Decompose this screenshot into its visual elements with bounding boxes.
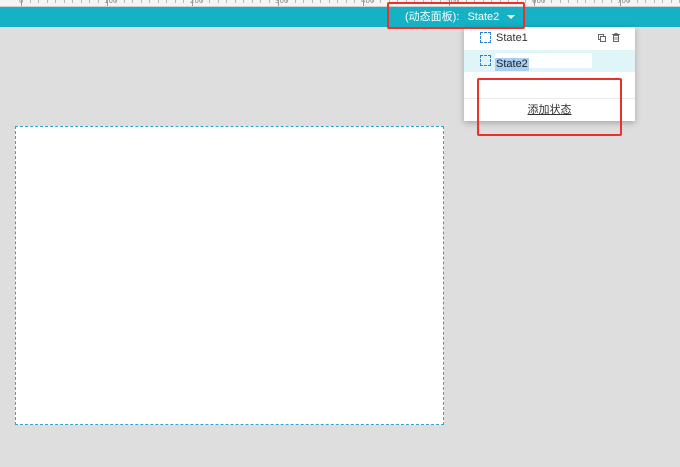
ruler-tick — [620, 0, 621, 6]
ruler-tick — [363, 0, 364, 6]
ruler-tick — [183, 0, 184, 3]
ruler-tick — [124, 0, 125, 3]
ruler-tick — [346, 0, 347, 3]
ruler-tick — [47, 0, 48, 3]
highlight-box-toolbar — [387, 2, 525, 29]
ruler-tick — [295, 0, 296, 3]
ruler-tick — [337, 0, 338, 3]
ruler-tick — [320, 0, 321, 3]
ruler-tick — [329, 0, 330, 3]
state-icon — [480, 55, 491, 66]
state-item-state1[interactable]: State1 — [464, 27, 635, 49]
ruler-tick — [166, 0, 167, 3]
state-name-input[interactable]: State2 — [495, 53, 592, 71]
ruler-tick — [637, 0, 638, 3]
highlight-box-add-state — [477, 78, 622, 136]
ruler-tick — [30, 0, 31, 3]
copy-icon[interactable] — [597, 27, 607, 49]
ruler-tick — [149, 0, 150, 3]
ruler-tick — [662, 0, 663, 3]
ruler-tick — [354, 0, 355, 3]
ruler-tick — [243, 0, 244, 3]
dynamic-panel-canvas[interactable] — [15, 126, 444, 425]
ruler-tick — [209, 0, 210, 3]
ruler-tick — [568, 0, 569, 3]
dynamic-panel-toolbar — [0, 7, 680, 27]
ruler-tick — [158, 0, 159, 3]
ruler-tick — [64, 0, 65, 3]
state-name-selected-text: State2 — [495, 58, 529, 71]
ruler-tick — [278, 0, 279, 6]
ruler-tick — [72, 0, 73, 3]
ruler-tick — [594, 0, 595, 3]
ruler-tick — [543, 0, 544, 3]
state-icon — [480, 32, 491, 43]
ruler-tick — [602, 0, 603, 3]
ruler-tick — [226, 0, 227, 3]
ruler-tick — [175, 0, 176, 3]
ruler-tick — [107, 0, 108, 6]
ruler-tick — [132, 0, 133, 3]
trash-icon[interactable] — [611, 27, 621, 49]
ruler-tick — [235, 0, 236, 3]
ruler-tick — [560, 0, 561, 3]
ruler-tick — [577, 0, 578, 3]
ruler-tick — [611, 0, 612, 3]
ruler-tick — [654, 0, 655, 3]
ruler-tick — [585, 0, 586, 3]
ruler-tick — [260, 0, 261, 3]
ruler-tick — [525, 0, 526, 3]
ruler-tick — [192, 0, 193, 6]
ruler-tick — [141, 0, 142, 3]
ruler-tick — [303, 0, 304, 3]
ruler-tick — [286, 0, 287, 3]
ruler-tick — [645, 0, 646, 3]
ruler-tick — [551, 0, 552, 3]
ruler-tick — [534, 0, 535, 6]
ruler-tick — [89, 0, 90, 3]
ruler-tick — [218, 0, 219, 3]
ruler-tick — [269, 0, 270, 3]
ruler-tick — [38, 0, 39, 3]
ruler-tick — [628, 0, 629, 3]
horizontal-ruler: 0 100 200 300 400 500 600 700 — [0, 0, 680, 7]
ruler-tick — [671, 0, 672, 3]
state-item-label: State1 — [496, 32, 528, 44]
ruler-tick — [98, 0, 99, 3]
state-item-state2[interactable]: State2 — [464, 50, 635, 72]
ruler-tick — [55, 0, 56, 3]
ruler-tick — [380, 0, 381, 3]
ruler-tick — [115, 0, 116, 3]
ruler-tick — [252, 0, 253, 3]
ruler-tick — [21, 0, 22, 6]
ruler-tick — [81, 0, 82, 3]
ruler-tick — [312, 0, 313, 3]
ruler-tick — [372, 0, 373, 3]
ruler-tick — [201, 0, 202, 3]
